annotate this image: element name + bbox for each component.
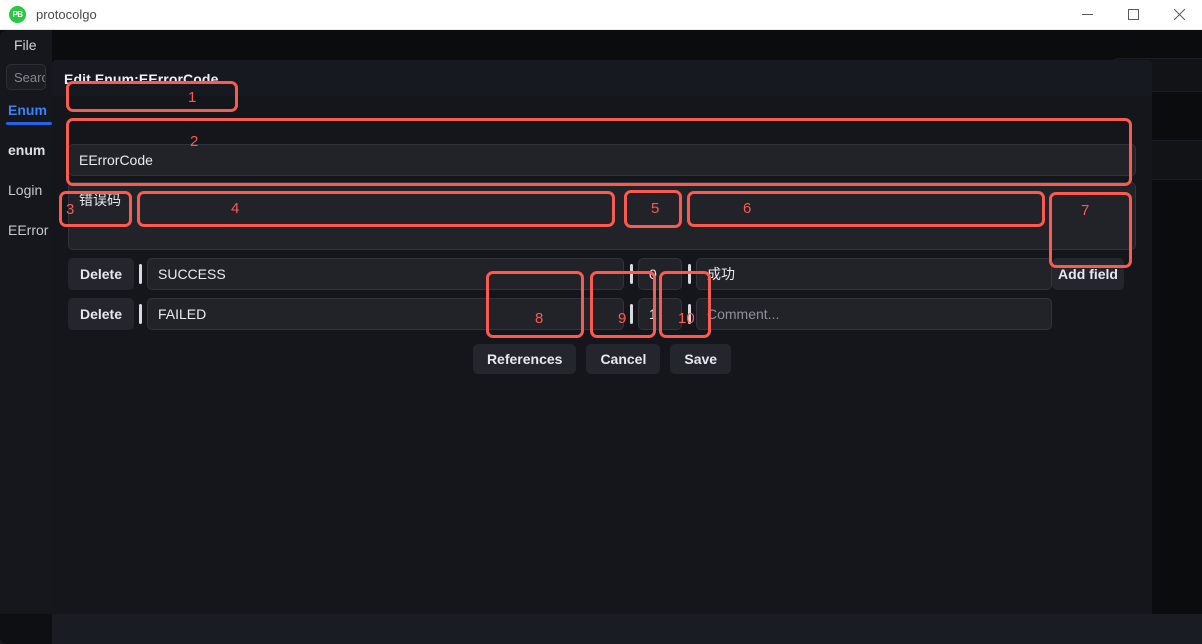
row-separator: [630, 264, 633, 284]
sidebar-item-enum-lower[interactable]: enum: [0, 130, 52, 170]
delete-button-row-1[interactable]: Delete: [68, 258, 134, 290]
edit-enum-dialog: Edit Enum:EErrorCode EErrorCode 错误码 Dele…: [52, 60, 1152, 644]
sidebar-item-eerror[interactable]: EError: [0, 210, 52, 250]
enum-name-field[interactable]: EErrorCode: [68, 144, 1136, 176]
application-window: PB protocolgo File Search Enum enum: [0, 0, 1202, 644]
sidebar: File Search Enum enum Login EError: [0, 30, 52, 614]
dialog-title: Edit Enum:EErrorCode: [64, 71, 219, 87]
row-separator: [139, 264, 142, 284]
enum-value-row: Delete FAILED 1 Comment...: [68, 298, 1136, 330]
window-titlebar: PB protocolgo: [0, 0, 1202, 30]
close-icon[interactable]: [1156, 0, 1202, 30]
window-controls: [1064, 0, 1202, 30]
maximize-icon[interactable]: [1110, 0, 1156, 30]
dialog-footer: References Cancel Save: [52, 344, 1152, 374]
enum-value-number-row-1[interactable]: 0: [638, 258, 682, 290]
status-bar-left: [0, 614, 52, 644]
enum-value-name-row-1[interactable]: SUCCESS: [147, 258, 624, 290]
sidebar-item-enum[interactable]: Enum: [0, 90, 52, 130]
comment-placeholder: Comment...: [707, 306, 780, 322]
dialog-body: EErrorCode 错误码 Delete SUCCESS 0 成功 Delet…: [52, 96, 1152, 644]
minimize-icon[interactable]: [1064, 0, 1110, 30]
references-button[interactable]: References: [472, 344, 577, 374]
app-logo-icon: PB: [9, 6, 26, 23]
menu-file[interactable]: File: [0, 30, 52, 60]
search-input[interactable]: Search: [6, 64, 46, 90]
app-body: File Search Enum enum Login EError Edit …: [0, 30, 1202, 644]
enum-value-number-row-2[interactable]: 1: [638, 298, 682, 330]
enum-value-comment-row-2[interactable]: Comment...: [696, 298, 1052, 330]
save-button[interactable]: Save: [670, 344, 732, 374]
enum-value-comment-row-1[interactable]: 成功: [696, 258, 1052, 290]
cancel-button[interactable]: Cancel: [586, 344, 661, 374]
row-separator: [688, 304, 691, 324]
status-bar: [0, 614, 1202, 644]
window-title: protocolgo: [36, 7, 97, 22]
row-separator: [139, 304, 142, 324]
enum-description-field[interactable]: 错误码: [68, 182, 1136, 250]
enum-value-name-row-2[interactable]: FAILED: [147, 298, 624, 330]
row-separator: [688, 264, 691, 284]
row-separator: [630, 304, 633, 324]
add-field-button[interactable]: Add field: [1052, 258, 1124, 290]
enum-value-row: Delete SUCCESS 0 成功: [68, 258, 1136, 290]
delete-button-row-2[interactable]: Delete: [68, 298, 134, 330]
sidebar-item-login[interactable]: Login: [0, 170, 52, 210]
